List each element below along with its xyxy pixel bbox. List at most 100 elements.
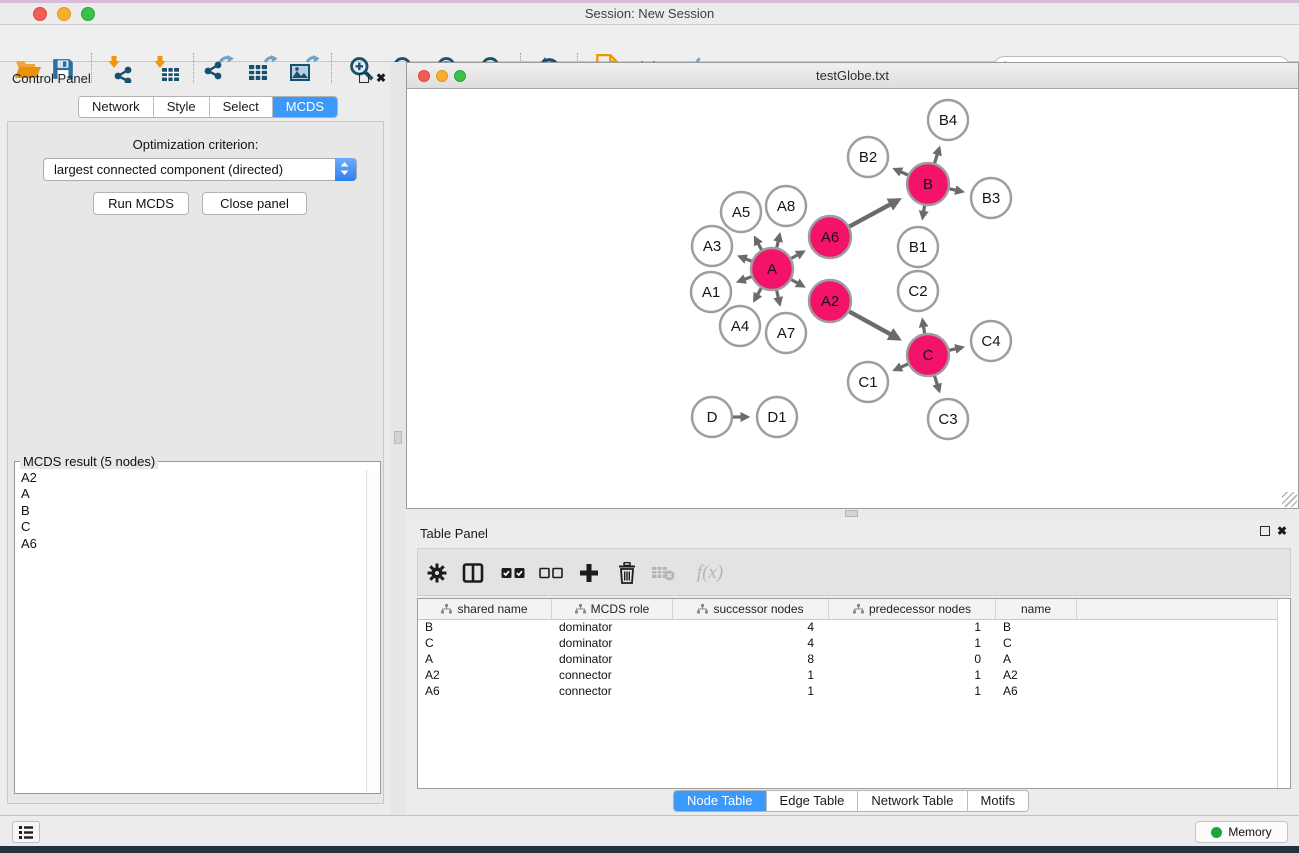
graph-node-B4[interactable]: B4	[928, 100, 968, 140]
edge-A-A6[interactable]	[791, 252, 803, 259]
float-table-panel-icon[interactable]	[1260, 526, 1270, 536]
table-row[interactable]: Bdominator41B	[418, 620, 1290, 636]
dropdown-stepper[interactable]	[335, 158, 356, 181]
graph-node-C2[interactable]: C2	[898, 271, 938, 311]
table-settings-gear-icon[interactable]	[423, 559, 451, 587]
table-row[interactable]: Adominator80A	[418, 652, 1290, 668]
result-scrollbar[interactable]	[366, 470, 379, 792]
table-scrollbar[interactable]	[1277, 599, 1290, 788]
window-resize-grip[interactable]	[1282, 492, 1297, 507]
import-table-icon[interactable]	[151, 53, 183, 85]
edge-A-A8[interactable]	[777, 235, 780, 248]
table-row[interactable]: A2connector11A2	[418, 668, 1290, 684]
graph-node-C[interactable]: C	[907, 334, 949, 376]
column-header-shared-name[interactable]: shared name	[418, 599, 552, 619]
close-panel-button[interactable]: Close panel	[202, 192, 307, 215]
graph-node-A1[interactable]: A1	[691, 272, 731, 312]
vertical-splitter[interactable]	[390, 62, 406, 815]
graph-node-B3[interactable]: B3	[971, 178, 1011, 218]
edge-A-A3[interactable]	[740, 257, 752, 262]
criterion-dropdown[interactable]: largest connected component (directed)	[43, 158, 357, 181]
result-item[interactable]: A2	[16, 470, 379, 486]
result-item[interactable]: C	[16, 519, 379, 535]
column-header-successor-nodes[interactable]: successor nodes	[673, 599, 829, 619]
column-header-predecessor-nodes[interactable]: predecessor nodes	[829, 599, 996, 619]
edge-C-C1[interactable]	[895, 364, 908, 370]
network-graph[interactable]: B4 B2 B3 A8 A5A3 B1 A1 C2 A4A7 C4 C1 D D1 C3 B A6 A A2 C	[407, 89, 1298, 508]
tab-edge-table[interactable]: Edge Table	[767, 791, 859, 811]
edge-A2-C[interactable]	[849, 312, 898, 339]
memory-button[interactable]: Memory	[1195, 821, 1288, 843]
horizontal-splitter[interactable]	[406, 509, 1299, 518]
export-image-icon[interactable]	[288, 53, 320, 85]
column-type-icon	[441, 604, 452, 614]
create-column-plus-icon[interactable]	[575, 559, 603, 587]
table-row[interactable]: A6connector11A6	[418, 684, 1290, 700]
edge-A-A4[interactable]	[755, 288, 762, 300]
tab-node-table[interactable]: Node Table	[674, 791, 767, 811]
graph-node-A4[interactable]: A4	[720, 306, 760, 346]
import-network-icon[interactable]	[105, 53, 137, 85]
graph-node-A[interactable]: A	[751, 248, 793, 290]
splitter-grip[interactable]	[394, 431, 402, 444]
function-builder-icon[interactable]: f(x)	[690, 559, 730, 587]
edge-A-A7[interactable]	[777, 291, 780, 305]
tab-style[interactable]: Style	[154, 97, 210, 117]
node-label: A5	[732, 204, 750, 221]
graph-node-A7[interactable]: A7	[766, 313, 806, 353]
graph-node-A8[interactable]: A8	[766, 186, 806, 226]
float-panel-icon[interactable]	[359, 73, 369, 83]
tab-network-table[interactable]: Network Table	[858, 791, 967, 811]
edge-C-C2[interactable]	[923, 320, 925, 333]
table-row[interactable]: Cdominator41C	[418, 636, 1290, 652]
unselect-all-columns-icon[interactable]	[537, 559, 565, 587]
graph-node-B[interactable]: B	[907, 163, 949, 205]
export-network-icon[interactable]	[203, 53, 235, 85]
graph-node-C4[interactable]: C4	[971, 321, 1011, 361]
run-mcds-button[interactable]: Run MCDS	[93, 192, 189, 215]
edge-A-A2[interactable]	[791, 280, 803, 287]
edge-B-B3[interactable]	[950, 189, 963, 192]
network-canvas[interactable]: B4 B2 B3 A8 A5A3 B1 A1 C2 A4A7 C4 C1 D D1 C3 B A6 A A2 C	[407, 89, 1298, 508]
result-item[interactable]: B	[16, 503, 379, 519]
graph-node-A3[interactable]: A3	[692, 226, 732, 266]
select-all-columns-icon[interactable]	[499, 559, 527, 587]
close-panel-icon[interactable]: ✖	[376, 73, 386, 83]
graph-node-D[interactable]: D	[692, 397, 732, 437]
edge-A6-B[interactable]	[849, 200, 898, 226]
graph-node-A6[interactable]: A6	[809, 216, 851, 258]
delete-columns-trash-icon[interactable]	[613, 559, 641, 587]
result-item[interactable]: A6	[16, 536, 379, 552]
edge-B-B4[interactable]	[935, 148, 940, 163]
tab-network[interactable]: Network	[79, 97, 154, 117]
edge-C-C4[interactable]	[950, 347, 963, 350]
graph-node-B2[interactable]: B2	[848, 137, 888, 177]
column-header-name[interactable]: name	[996, 599, 1077, 619]
column-header-MCDS-role[interactable]: MCDS role	[552, 599, 673, 619]
graph-node-B1[interactable]: B1	[898, 227, 938, 267]
node-table: shared nameMCDS rolesuccessor nodesprede…	[417, 598, 1291, 789]
mcds-result-list[interactable]: A2ABCA6	[16, 470, 379, 792]
result-item[interactable]: A	[16, 486, 379, 502]
network-window-titlebar[interactable]: testGlobe.txt	[407, 63, 1298, 89]
graph-node-C3[interactable]: C3	[928, 399, 968, 439]
close-table-panel-icon[interactable]: ✖	[1277, 526, 1287, 536]
show-task-history-button[interactable]	[12, 821, 40, 843]
table-cell: A2	[996, 668, 1077, 684]
edge-A-A5[interactable]	[755, 238, 761, 250]
tab-select[interactable]: Select	[210, 97, 273, 117]
edge-C-C3[interactable]	[935, 376, 940, 391]
edge-B-B2[interactable]	[895, 169, 908, 175]
splitter-grip[interactable]	[845, 510, 858, 517]
export-table-icon[interactable]	[246, 53, 278, 85]
delete-table-icon[interactable]	[649, 559, 677, 587]
edge-A-A1[interactable]	[739, 277, 752, 282]
toggle-columns-icon[interactable]	[459, 559, 487, 587]
graph-node-D1[interactable]: D1	[757, 397, 797, 437]
graph-node-A5[interactable]: A5	[721, 192, 761, 232]
tab-motifs[interactable]: Motifs	[968, 791, 1029, 811]
edge-B-B1[interactable]	[923, 206, 925, 218]
graph-node-C1[interactable]: C1	[848, 362, 888, 402]
graph-node-A2[interactable]: A2	[809, 280, 851, 322]
tab-mcds[interactable]: MCDS	[273, 97, 337, 117]
